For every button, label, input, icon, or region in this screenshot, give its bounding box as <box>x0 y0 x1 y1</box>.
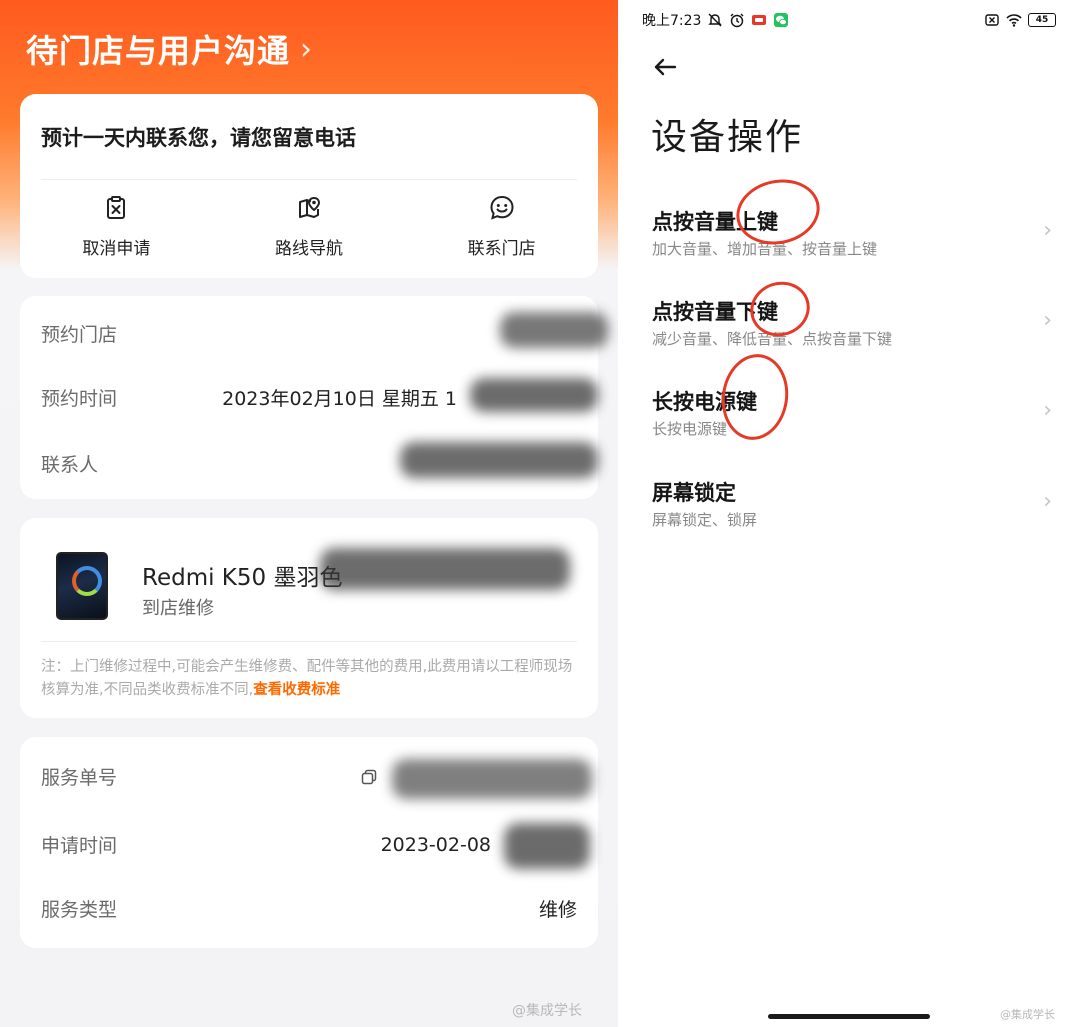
cancel-application-button[interactable]: 取消申请 <box>20 194 213 259</box>
page-title: 设备操作 <box>651 117 804 158</box>
contact-notice: 预计一天内联系您，请您留意电话 <box>41 126 356 150</box>
store-row: 预约门店 <box>41 320 577 347</box>
settings-item-volume-down[interactable]: 点按音量下键 减少音量、降低音量、点按音量下键 › <box>618 290 1080 360</box>
wechat-icon <box>774 13 789 27</box>
service-type-row: 服务类型 维修 <box>41 895 577 922</box>
settings-item-screen-lock[interactable]: 屏幕锁定 屏幕锁定、锁屏 › <box>618 471 1080 541</box>
route-navigation-button[interactable]: 路线导航 <box>213 194 406 259</box>
cancel-clipboard-icon <box>107 196 126 219</box>
battery-icon: 45 <box>1028 13 1056 27</box>
right-screenshot-panel: 晚上7:23 45 设备操作 点按音量上键 加大音量、增加音量、按音量上键 › … <box>618 0 1080 1027</box>
contact-status-card: 预计一天内联系您，请您留意电话 取消申请 路线导航 联系门店 <box>20 94 598 278</box>
service-type-label: 服务类型 <box>41 899 118 921</box>
chevron-right-icon: › <box>300 31 313 67</box>
chevron-right-icon: › <box>1043 489 1052 514</box>
chevron-right-icon: › <box>1043 398 1052 423</box>
wifi-icon <box>1006 14 1022 27</box>
no-sim-icon <box>985 14 999 26</box>
item-subtitle: 加大音量、增加音量、按音量上键 <box>652 240 878 258</box>
watermark: @集成学长 <box>1000 1008 1055 1021</box>
settings-item-power-long-press[interactable]: 长按电源键 长按电源键 › <box>618 380 1080 450</box>
service-method: 到店维修 <box>142 598 214 619</box>
divider <box>41 179 577 180</box>
divider <box>41 641 577 642</box>
fee-note: 注：上门维修过程中,可能会产生维修费、配件等其他的费用,此费用请以工程师现场核算… <box>41 656 574 702</box>
order-number-label: 服务单号 <box>41 767 118 789</box>
page-title: 待门店与用户沟通 <box>26 32 291 70</box>
apply-time-value: 2023-02-08 <box>380 833 491 856</box>
time-value: 2023年02月10日 星期五 1 <box>222 388 457 410</box>
item-subtitle: 屏幕锁定、锁屏 <box>652 511 758 529</box>
action-label: 取消申请 <box>82 239 151 259</box>
product-name: Redmi K50 墨羽色 <box>142 565 343 591</box>
copy-button[interactable] <box>361 769 377 785</box>
status-time: 晚上7:23 <box>642 13 702 29</box>
back-arrow-icon[interactable] <box>650 52 680 82</box>
contact-store-button[interactable]: 联系门店 <box>405 194 598 259</box>
page-header[interactable]: 待门店与用户沟通 › <box>26 26 312 72</box>
time-label: 预约时间 <box>41 388 118 410</box>
action-label: 路线导航 <box>275 239 343 259</box>
item-title: 点按音量下键 <box>652 300 778 324</box>
chevron-right-icon: › <box>1043 308 1052 333</box>
service-info-card: 服务单号 申请时间 2023-02-08 服务类型 维修 <box>20 737 598 948</box>
apply-time-label: 申请时间 <box>41 835 118 857</box>
redacted-product-name <box>320 548 570 590</box>
status-bar: 晚上7:23 45 <box>642 8 1056 32</box>
app-notification-icon <box>752 15 767 25</box>
map-route-icon <box>299 196 321 218</box>
chat-smile-icon <box>490 195 514 220</box>
service-type-value: 维修 <box>538 899 577 921</box>
view-fee-standard-link[interactable]: 查看收费标准 <box>253 682 340 698</box>
appointment-card: 预约门店 预约时间 2023年02月10日 星期五 1 联系人 <box>20 296 608 499</box>
product-card: Redmi K50 墨羽色 到店维修 注：上门维修过程中,可能会产生维修费、配件… <box>20 518 598 718</box>
redacted-apply-time <box>504 823 590 869</box>
watermark: @集成学长 <box>512 1003 582 1019</box>
redacted-store <box>500 312 608 348</box>
redacted-time <box>470 378 598 412</box>
contact-person-label: 联系人 <box>41 454 99 476</box>
left-screenshot-panel: 待门店与用户沟通 › 预计一天内联系您，请您留意电话 取消申请 路线导航 联系门… <box>0 0 618 1027</box>
store-label: 预约门店 <box>41 324 118 346</box>
product-phone-image <box>56 552 108 620</box>
action-label: 联系门店 <box>467 239 536 259</box>
copy-icon <box>361 769 377 784</box>
settings-item-volume-up[interactable]: 点按音量上键 加大音量、增加音量、按音量上键 › <box>618 200 1080 270</box>
alarm-icon <box>730 13 744 28</box>
action-row: 取消申请 路线导航 联系门店 <box>20 194 598 259</box>
item-subtitle: 减少音量、降低音量、点按音量下键 <box>652 330 893 348</box>
item-title: 屏幕锁定 <box>652 481 736 505</box>
home-indicator[interactable] <box>768 1014 930 1019</box>
item-title: 点按音量上键 <box>652 210 778 234</box>
item-subtitle: 长按电源键 <box>652 420 728 438</box>
redacted-order-number <box>392 759 592 799</box>
item-title: 长按电源键 <box>652 390 757 414</box>
apply-time-row: 申请时间 2023-02-08 <box>41 831 577 858</box>
chevron-right-icon: › <box>1043 218 1052 243</box>
redacted-contact <box>400 442 598 478</box>
mute-bell-icon <box>708 13 723 27</box>
